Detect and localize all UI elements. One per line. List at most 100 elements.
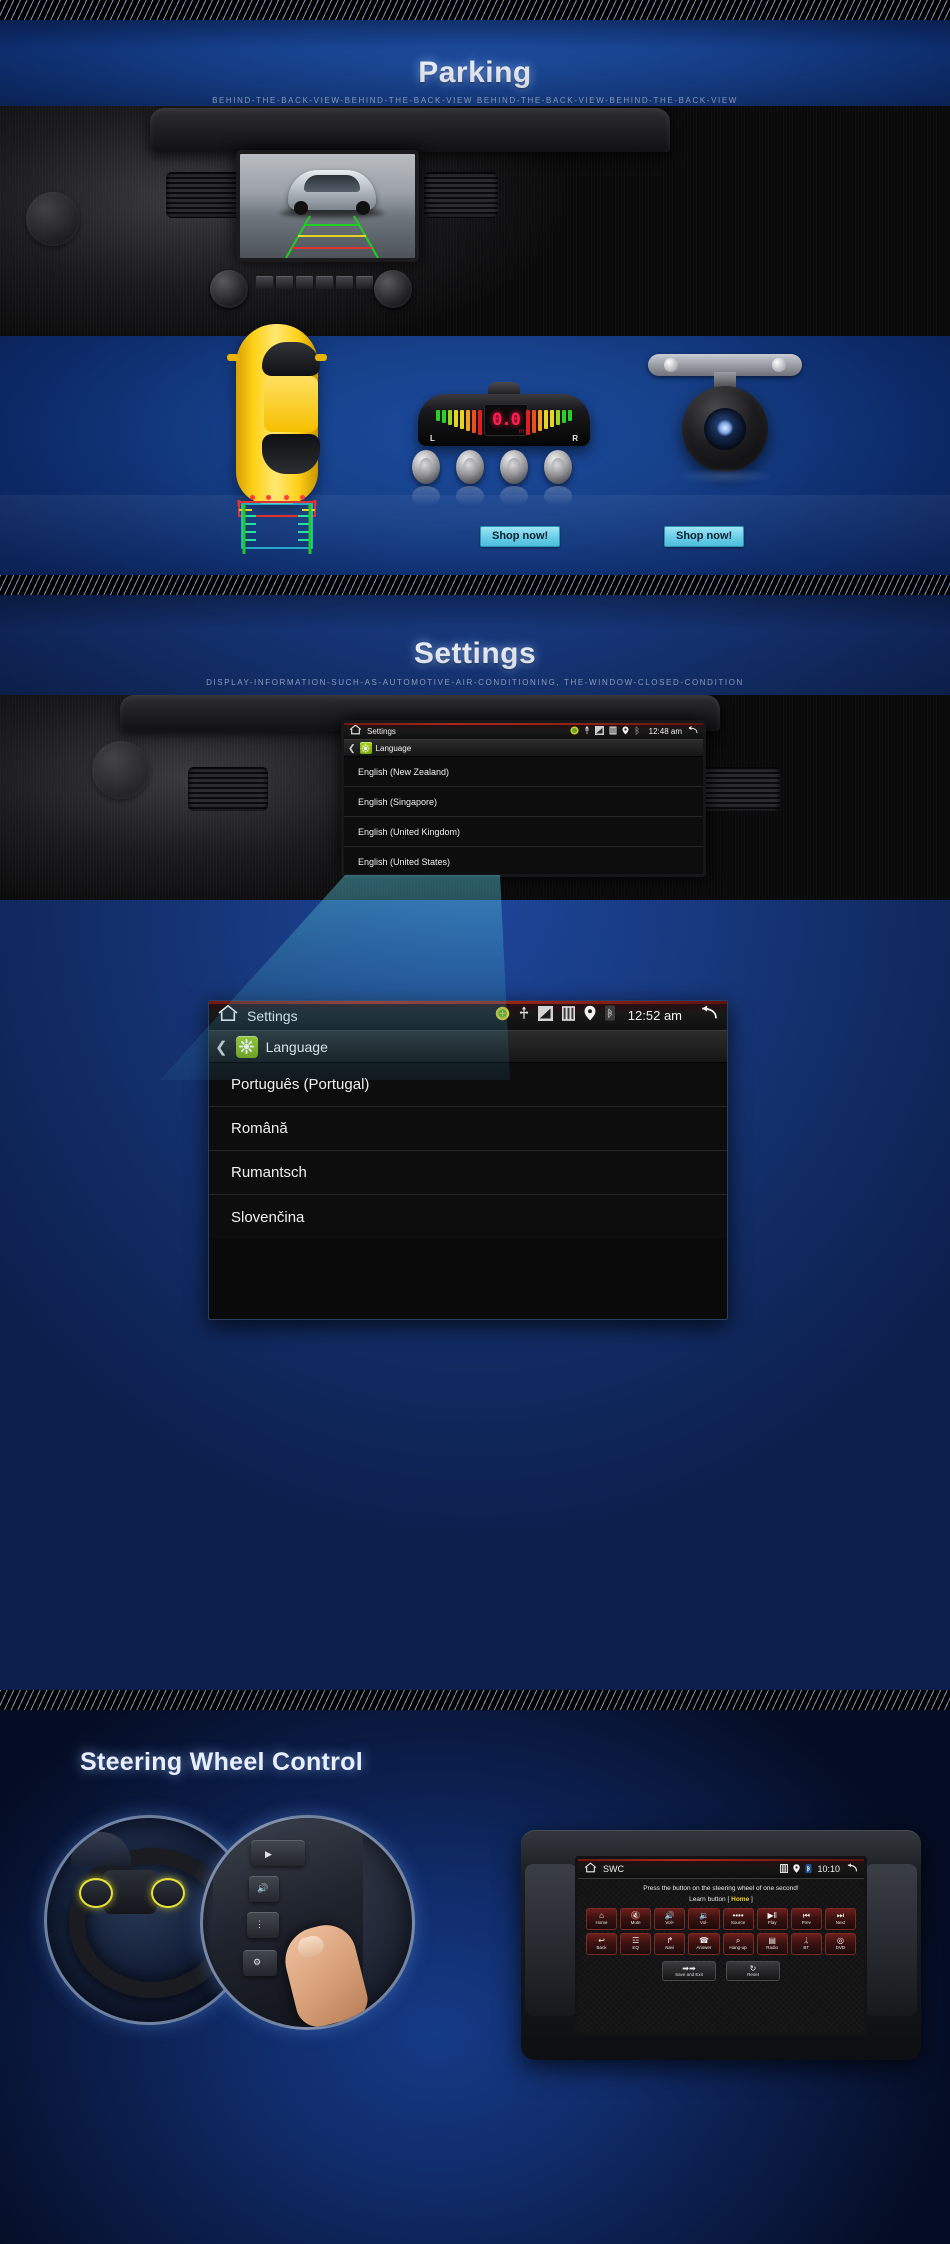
swc-learn-bracket-close: ] [751,1896,753,1903]
top-view-car-illustration [222,324,332,554]
radar-detection-zone [237,500,317,554]
swc-section: Steering Wheel Control ▶ 🔊 ⋮ ⚙ SWC 10:10… [0,1690,950,2244]
swc-key-label: Radio [766,1945,779,1951]
list-item[interactable]: Português (Portugal) [209,1063,727,1107]
sensor-label-right: R [572,434,578,443]
settings-panel-large: Settings 12:52 am ❮ Language Português (… [208,1000,728,1320]
chevron-left-icon[interactable]: ❮ [348,743,356,754]
swc-key-source[interactable]: •••• Source [722,1908,754,1930]
answer-call-icon: ☎ [698,1936,709,1946]
shop-now-button-sensor[interactable]: Shop now! [480,526,561,547]
swc-key-prev[interactable]: ⏮ Prev [790,1908,822,1930]
swc-key-answer[interactable]: ☎ Answer [688,1933,720,1955]
swc-learn-label: Learn button [689,1896,726,1903]
dashboard-photo-settings: Settings 12:48 am ❮ Language English (Ne… [0,695,950,900]
parking-guide-lines [285,215,379,258]
swc-key-play[interactable]: ▶‖ Play [756,1908,788,1930]
swc-key-label: Vol+ [665,1920,675,1926]
sensor-distance-value: 0.0 [492,410,521,430]
sd-card-icon [561,1005,575,1026]
language-list-small: English (New Zealand) English (Singapore… [344,757,703,874]
swc-control-top[interactable] [251,1840,305,1866]
swc-key-volume-down[interactable]: 🔉 Vol- [688,1908,720,1930]
settings-banner: Settings DISPLAY-INFORMATION-SUCH-AS-AUT… [0,595,950,695]
swc-key-radio[interactable]: ▤ Radio [756,1933,788,1955]
back-arrow-icon[interactable] [697,1005,719,1026]
swc-key-mute[interactable]: 🔇 Mute [620,1908,652,1930]
camera-body [682,386,768,472]
parking-title: Parking [418,56,532,89]
hatch-divider-settings [0,575,950,595]
location-pin-icon [622,723,629,740]
signal-icon [594,723,604,740]
back-arrow-icon[interactable] [845,1860,858,1878]
sensor-probe-reflection-3 [500,486,528,506]
list-item[interactable]: English (United States) [344,847,703,874]
sensor-probe-2 [456,450,484,484]
back-arrow-icon[interactable] [687,723,698,740]
swc-key-label: Next [835,1920,846,1926]
android-status-bar-large: Settings 12:52 am [209,1001,727,1031]
swc-glyph-volume: 🔊 [257,1883,269,1893]
source-icon: •••• [732,1911,744,1921]
sensor-probe-reflection-1 [412,486,440,506]
android-icon [495,1006,510,1026]
sensor-display-body: 0.0 m L R [418,394,590,446]
hang-up-icon: ⌕ [735,1936,741,1946]
save-and-exit-button[interactable]: ➡➡ Save and Exit [662,1961,716,1981]
air-vent-right-2 [700,767,780,811]
list-item[interactable]: Rumantsch [209,1151,727,1195]
hvac-button-row [256,276,373,289]
swc-function-grid: ⌂ Home 🔇 Mute 🔊 Vol+ 🔉 Vol- •••• Source ▶‖ Pla… [586,1908,856,1955]
swc-key-label: Source [730,1920,746,1926]
swc-key-label: Vol- [700,1920,708,1926]
hatch-divider-swc [0,1690,950,1710]
parking-products-shelf: 0.0 m L R Shop now! Shop now! [0,324,950,575]
swc-key-dvd[interactable]: ◎ DVD [824,1933,856,1955]
reset-button[interactable]: ↻ Reset [726,1961,780,1981]
hvac-knob-left [210,270,248,308]
list-item[interactable]: English (United Kingdom) [344,817,703,847]
sd-card-icon [609,723,617,740]
highlight-ring-left [79,1878,113,1908]
dashboard-photo-parking [0,106,950,336]
swc-key-bt[interactable]: ᛦ BT [790,1933,822,1955]
bluetooth-icon [634,723,640,740]
breadcrumb-label-large: Language [265,1038,328,1055]
air-vent-left [166,172,240,218]
list-item[interactable]: Slovenčina [209,1195,727,1239]
hvac-knob-right [374,270,412,308]
swc-key-next[interactable]: ⏭ Next [824,1908,856,1930]
gear-icon [235,1035,258,1058]
shop-now-button-camera[interactable]: Shop now! [664,526,745,547]
chevron-left-icon[interactable]: ❮ [215,1038,228,1056]
swc-key-volume-up[interactable]: 🔊 Vol+ [654,1908,686,1930]
swc-key-navi[interactable]: ↱ Navi [654,1933,686,1955]
previous-icon: ⏮ [802,1911,810,1921]
swc-key-label: Home [595,1920,608,1926]
swc-status-icons: 10:10 [780,1860,858,1878]
parking-subtitle: BEHIND-THE-BACK-VIEW-BEHIND-THE-BACK-VIE… [212,96,738,105]
home-icon[interactable] [349,723,362,740]
list-item[interactable]: English (Singapore) [344,787,703,817]
usb-icon [519,1005,529,1026]
swc-key-home[interactable]: ⌂ Home [586,1908,618,1930]
swc-key-back[interactable]: ↩ Back [586,1933,618,1955]
location-pin-icon [793,1860,801,1878]
settings-title: Settings [413,637,537,670]
swc-key-hangup[interactable]: ⌕ Hang-up [722,1933,754,1955]
sensor-bargraph-left [436,410,482,435]
settings-subtitle: DISPLAY-INFORMATION-SUCH-AS-AUTOMOTIVE-A… [206,678,744,687]
sensor-probe-4 [544,450,572,484]
android-icon [570,723,579,740]
home-icon[interactable] [584,1860,597,1878]
bluetooth-icon [604,1005,615,1026]
list-item[interactable]: Română [209,1107,727,1151]
list-item[interactable]: English (New Zealand) [344,757,703,787]
settings-section: Settings DISPLAY-INFORMATION-SUCH-AS-AUT… [0,575,950,1690]
swc-key-eq[interactable]: ☲ EQ [620,1933,652,1955]
parking-section: Parking BEHIND-THE-BACK-VIEW-BEHIND-THE-… [0,0,950,575]
home-icon[interactable] [217,1004,239,1027]
swc-key-label: DVD [835,1945,846,1951]
location-pin-icon [584,1005,596,1026]
